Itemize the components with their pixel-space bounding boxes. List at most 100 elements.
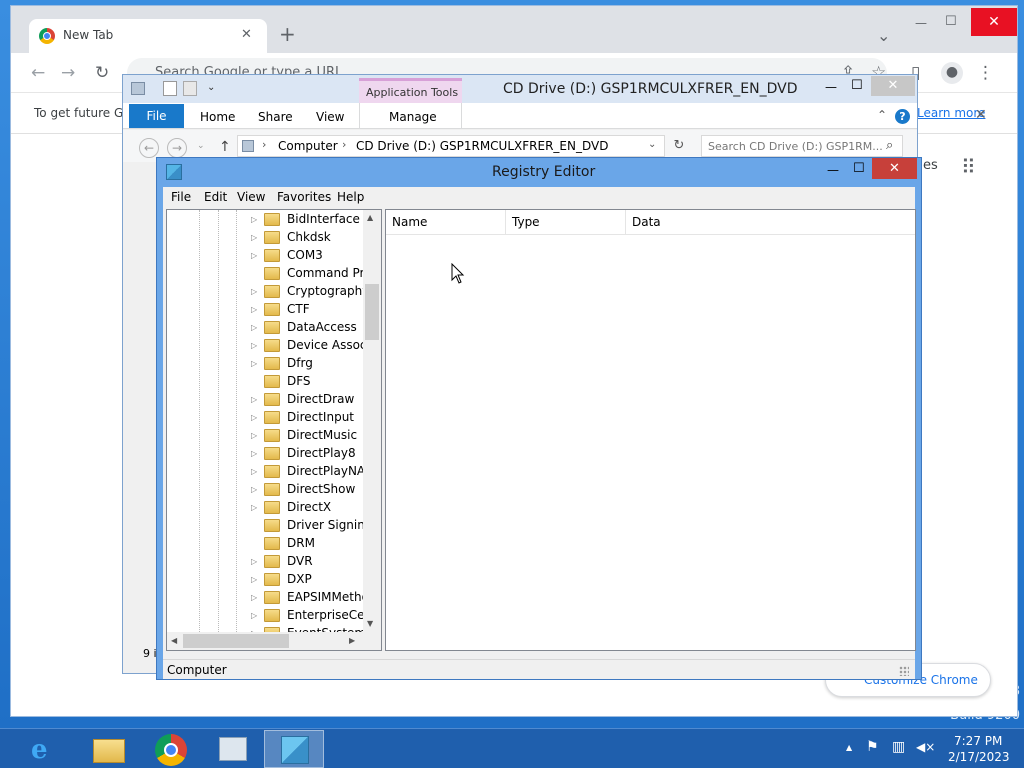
address-bar[interactable]: › Computer › CD Drive (D:) GSP1RMCULXFRE…: [237, 135, 665, 157]
scroll-up-arrow-icon[interactable]: ▲: [367, 213, 373, 222]
scroll-left-arrow-icon[interactable]: ◀: [171, 636, 177, 645]
explorer-close-button[interactable]: ✕: [871, 76, 915, 96]
chrome-menu-icon[interactable]: ⋮: [977, 63, 994, 83]
google-apps-icon[interactable]: ⠿: [961, 155, 976, 179]
show-hidden-icons-icon[interactable]: ▲: [846, 743, 852, 752]
scroll-right-arrow-icon[interactable]: ▶: [349, 636, 355, 645]
help-icon[interactable]: ?: [895, 109, 910, 124]
ribbon-tab-manage[interactable]: Manage: [359, 103, 462, 128]
taskbar-internet-explorer[interactable]: e: [14, 730, 74, 768]
expand-arrow-icon[interactable]: ▷: [251, 395, 261, 404]
ribbon-tab-view[interactable]: View: [316, 110, 344, 124]
ribbon-tab-home[interactable]: Home: [200, 110, 235, 124]
expand-arrow-icon[interactable]: ▷: [251, 485, 261, 494]
chrome-maximize-button[interactable]: ☐: [945, 13, 957, 31]
menu-help[interactable]: Help: [337, 190, 364, 204]
network-icon[interactable]: ▥: [892, 739, 905, 755]
reload-icon[interactable]: ↻: [95, 63, 109, 83]
column-header-data[interactable]: Data: [626, 210, 915, 234]
column-header-name[interactable]: Name: [386, 210, 506, 234]
properties-icon[interactable]: [163, 81, 177, 96]
explorer-forward-icon[interactable]: →: [167, 138, 187, 158]
back-arrow-icon[interactable]: ←: [31, 63, 45, 83]
expand-arrow-icon[interactable]: ▷: [251, 359, 261, 368]
forward-arrow-icon[interactable]: →: [61, 63, 75, 83]
up-arrow-icon[interactable]: ↑: [219, 139, 231, 155]
expand-arrow-icon[interactable]: ▷: [251, 251, 261, 260]
registry-key-label: Command Pro: [287, 266, 372, 280]
folder-icon: [264, 555, 280, 568]
expand-arrow-icon[interactable]: ▷: [251, 503, 261, 512]
explorer-back-icon[interactable]: ←: [139, 138, 159, 158]
expand-arrow-icon[interactable]: ▷: [251, 575, 261, 584]
expand-arrow-icon[interactable]: ▷: [251, 557, 261, 566]
taskbar-file-explorer[interactable]: [78, 730, 138, 768]
explorer-search-icon[interactable]: ⌕: [886, 138, 893, 153]
action-center-flag-icon[interactable]: ⚑: [866, 739, 879, 755]
explorer-minimize-button[interactable]: —: [825, 80, 837, 94]
folder-icon: [264, 411, 280, 424]
explorer-titlebar[interactable]: ⌄ Application Tools CD Drive (D:) GSP1RM…: [123, 75, 917, 103]
expand-arrow-icon[interactable]: ▷: [251, 611, 261, 620]
drive-icon: [131, 82, 145, 95]
regedit-minimize-button[interactable]: —: [827, 163, 839, 177]
folder-icon: [264, 339, 280, 352]
volume-muted-icon[interactable]: ◀×: [916, 740, 935, 754]
expand-arrow-icon[interactable]: ▷: [251, 413, 261, 422]
regedit-maximize-button[interactable]: ☐: [853, 161, 865, 176]
new-tab-button[interactable]: +: [279, 24, 296, 44]
folder-icon: [264, 465, 280, 478]
tree-vscroll-thumb[interactable]: [365, 284, 379, 340]
tree-horizontal-scrollbar[interactable]: ◀ ▶: [167, 632, 381, 650]
expand-arrow-icon[interactable]: ▷: [251, 233, 261, 242]
refresh-icon[interactable]: ↻: [669, 138, 689, 156]
customize-quick-access-icon[interactable]: ⌄: [207, 82, 215, 93]
menu-favorites[interactable]: Favorites: [277, 190, 331, 204]
ribbon-tab-file[interactable]: File: [129, 104, 184, 128]
task-manager-icon: [219, 737, 247, 761]
chrome-close-button[interactable]: ✕: [971, 8, 1017, 36]
taskbar-task-manager[interactable]: [202, 730, 262, 768]
profile-avatar-icon[interactable]: ●: [941, 62, 963, 84]
tab-search-icon[interactable]: ⌄: [877, 27, 890, 45]
tab-close-icon[interactable]: ✕: [241, 26, 252, 44]
new-folder-icon[interactable]: [183, 81, 197, 96]
expand-arrow-icon[interactable]: ▷: [251, 431, 261, 440]
menu-edit[interactable]: Edit: [204, 190, 227, 204]
taskbar-registry-editor[interactable]: [264, 730, 324, 768]
expand-arrow-icon[interactable]: ▷: [251, 341, 261, 350]
expand-arrow-icon[interactable]: ▷: [251, 287, 261, 296]
breadcrumb-cd-drive[interactable]: CD Drive (D:) GSP1RMCULXFRER_EN_DVD: [356, 139, 608, 153]
address-drive-icon: [242, 140, 254, 152]
explorer-search-box[interactable]: Search CD Drive (D:) GSP1RM... ⌕: [701, 135, 903, 157]
ribbon-tab-share[interactable]: Share: [258, 110, 293, 124]
images-link[interactable]: es: [923, 158, 938, 173]
expand-arrow-icon[interactable]: ▷: [251, 593, 261, 602]
chrome-tab-new-tab[interactable]: New Tab ✕: [29, 19, 267, 53]
explorer-maximize-button[interactable]: ☐: [851, 78, 863, 93]
expand-arrow-icon[interactable]: ▷: [251, 467, 261, 476]
expand-arrow-icon[interactable]: ▷: [251, 215, 261, 224]
folder-icon: [264, 357, 280, 370]
tree-vertical-scrollbar[interactable]: ▲ ▼: [363, 210, 381, 632]
system-clock[interactable]: 7:27 PM 2/17/2023: [940, 731, 1020, 767]
resize-grip-icon[interactable]: [899, 666, 909, 676]
taskbar-google-chrome[interactable]: [140, 730, 200, 768]
ribbon-collapse-icon[interactable]: ⌃: [877, 108, 887, 122]
recent-locations-icon[interactable]: ⌄: [197, 141, 205, 151]
regedit-close-button[interactable]: ✕: [872, 158, 917, 179]
regedit-titlebar[interactable]: Registry Editor — ☐ ✕: [157, 158, 921, 187]
breadcrumb-computer[interactable]: Computer: [278, 139, 338, 153]
menu-file[interactable]: File: [171, 190, 191, 204]
menu-view[interactable]: View: [237, 190, 265, 204]
infobar-close-icon[interactable]: ✕: [975, 106, 987, 124]
address-dropdown-icon[interactable]: ⌄: [648, 139, 656, 150]
expand-arrow-icon[interactable]: ▷: [251, 323, 261, 332]
scroll-down-arrow-icon[interactable]: ▼: [367, 619, 373, 628]
expand-arrow-icon[interactable]: ▷: [251, 305, 261, 314]
expand-arrow-icon[interactable]: ▷: [251, 449, 261, 458]
regedit-title: Registry Editor: [492, 164, 596, 180]
tree-hscroll-thumb[interactable]: [183, 634, 289, 648]
chrome-minimize-button[interactable]: —: [915, 14, 927, 32]
column-header-type[interactable]: Type: [506, 210, 626, 234]
